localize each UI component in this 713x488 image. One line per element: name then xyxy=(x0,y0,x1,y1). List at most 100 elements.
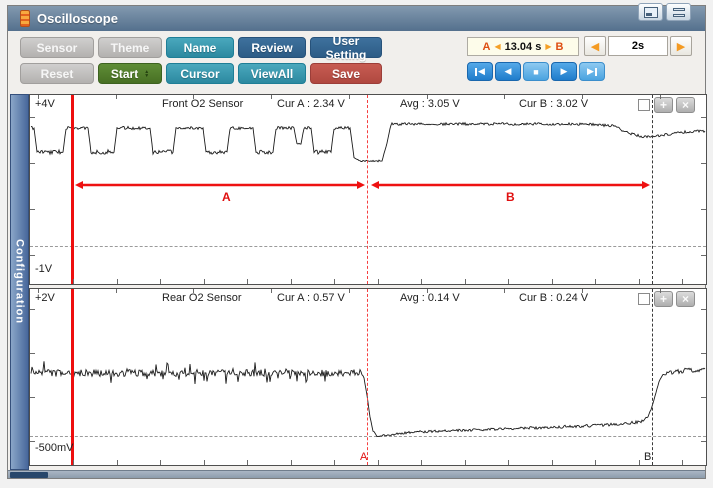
channel-2-name: Rear O2 Sensor xyxy=(162,292,242,304)
axis-tick xyxy=(38,289,39,293)
axis-tick xyxy=(595,460,596,465)
window-layout-button[interactable] xyxy=(666,3,691,21)
theme-button-label: Theme xyxy=(110,40,150,55)
save-button[interactable]: Save xyxy=(310,63,382,84)
axis-tick xyxy=(247,279,248,284)
start-button-label: Start xyxy=(110,66,139,81)
cursor-b-line[interactable] xyxy=(652,289,653,465)
trigger-cursor-line[interactable] xyxy=(71,95,74,284)
axis-tick xyxy=(421,460,422,465)
channel-1-cursor-b-value: Cur B : 3.02 V xyxy=(519,98,589,110)
axis-tick xyxy=(115,289,117,293)
skip-to-start-button[interactable]: ◀ xyxy=(467,62,493,81)
axis-tick xyxy=(701,163,706,164)
plus-icon: + xyxy=(659,98,667,112)
axis-tick xyxy=(701,117,706,118)
viewall-button-label: ViewAll xyxy=(250,66,294,81)
axis-tick xyxy=(160,279,161,284)
axis-tick xyxy=(682,279,683,284)
window-title: Oscilloscope xyxy=(37,11,118,26)
skip-to-end-button[interactable]: ▶ xyxy=(579,62,605,81)
reset-button[interactable]: Reset xyxy=(20,63,94,84)
user-setting-button[interactable]: User Setting xyxy=(310,34,382,62)
start-button[interactable]: Start ▲ ▼ xyxy=(98,63,162,84)
name-button[interactable]: Name xyxy=(166,37,234,58)
channel-1-plot-panel[interactable]: +4V Front O2 Sensor Cur A : 2.34 V Avg :… xyxy=(29,94,707,285)
axis-tick xyxy=(73,460,74,465)
axis-tick xyxy=(551,460,553,465)
axis-tick xyxy=(30,353,35,354)
channel-2-plot-panel[interactable]: +2V Rear O2 Sensor Cur A : 0.57 V Avg : … xyxy=(29,288,707,466)
axis-tick xyxy=(581,95,583,99)
configuration-sidebar-tab[interactable]: Configuration xyxy=(10,94,29,470)
axis-tick xyxy=(595,279,596,284)
review-button[interactable]: Review xyxy=(238,37,306,58)
layout-icon xyxy=(672,7,685,17)
channel-1-waveform xyxy=(30,121,706,189)
cursor-button[interactable]: Cursor xyxy=(166,63,234,84)
cursor-a-line[interactable] xyxy=(367,95,368,284)
axis-tick xyxy=(701,441,706,442)
close-icon: × xyxy=(681,292,689,306)
cursor-a-line[interactable] xyxy=(367,289,368,465)
axis-tick xyxy=(638,460,640,465)
axis-tick xyxy=(701,397,706,398)
axis-tick xyxy=(30,163,35,164)
axis-tick xyxy=(30,117,35,118)
stop-button[interactable]: ■ xyxy=(523,62,549,81)
sensor-button[interactable]: Sensor xyxy=(20,37,94,58)
axis-tick xyxy=(203,279,205,284)
axis-tick xyxy=(377,460,379,465)
axis-tick xyxy=(464,279,466,284)
horizontal-scrollbar[interactable] xyxy=(8,470,705,478)
timebase-increase-button[interactable]: ▶ xyxy=(670,36,692,56)
app-icon xyxy=(20,10,30,27)
viewall-button[interactable]: ViewAll xyxy=(238,63,306,84)
step-back-button[interactable]: ◀ xyxy=(495,62,521,81)
channel-2-add-button[interactable]: + xyxy=(654,291,673,307)
channel-1-add-button[interactable]: + xyxy=(654,97,673,113)
scrollbar-thumb[interactable] xyxy=(10,472,48,478)
a-left-arrow-icon: ◀ xyxy=(494,42,501,51)
channel-2-close-button[interactable]: × xyxy=(676,291,695,307)
window-restore-button[interactable] xyxy=(638,3,663,21)
axis-tick xyxy=(30,255,35,256)
axis-tick xyxy=(659,95,661,99)
axis-tick xyxy=(271,95,273,99)
theme-button[interactable]: Theme xyxy=(98,37,162,58)
axis-tick xyxy=(30,209,35,210)
axis-tick xyxy=(426,289,428,293)
right-arrow-icon: ▶ xyxy=(676,40,686,53)
channel-1-close-button[interactable]: × xyxy=(676,97,695,113)
channel-1-bottom-scale-label: -1V xyxy=(35,263,53,275)
axis-tick xyxy=(508,460,509,465)
channel-2-cursor-b-value: Cur B : 0.24 V xyxy=(519,292,589,304)
axis-tick xyxy=(271,289,273,293)
axis-tick xyxy=(193,289,195,293)
axis-tick xyxy=(290,279,292,284)
channel-1-visibility-checkbox[interactable] xyxy=(638,99,650,111)
axis-tick xyxy=(193,95,195,99)
axis-tick xyxy=(30,397,35,398)
channel-2-cursor-a-value: Cur A : 0.57 V xyxy=(277,292,345,304)
trigger-cursor-line[interactable] xyxy=(71,289,74,465)
cursor-b-axis-label: B xyxy=(644,451,652,463)
cursor-b-line[interactable] xyxy=(652,95,653,284)
save-button-label: Save xyxy=(331,66,361,81)
timebase-decrease-button[interactable]: ◀ xyxy=(584,36,606,56)
cursor-button-label: Cursor xyxy=(180,66,220,81)
channel-2-visibility-checkbox[interactable] xyxy=(638,293,650,305)
user-setting-button-label: User Setting xyxy=(325,33,367,62)
axis-tick xyxy=(701,353,706,354)
interval-a-label: A xyxy=(222,190,231,204)
play-button[interactable]: ▶ xyxy=(551,62,577,81)
bar-icon xyxy=(475,67,478,76)
restore-icon xyxy=(643,6,658,18)
cursor-a-axis-label: A xyxy=(360,451,368,463)
cursor-b-letter: B xyxy=(555,40,564,53)
channel-2-avg-value: Avg : 0.14 V xyxy=(400,292,460,304)
skip-start-icon: ◀ xyxy=(478,66,485,76)
start-spinner-icon: ▲ ▼ xyxy=(144,68,150,79)
axis-tick xyxy=(581,289,583,293)
axis-tick xyxy=(504,95,506,99)
